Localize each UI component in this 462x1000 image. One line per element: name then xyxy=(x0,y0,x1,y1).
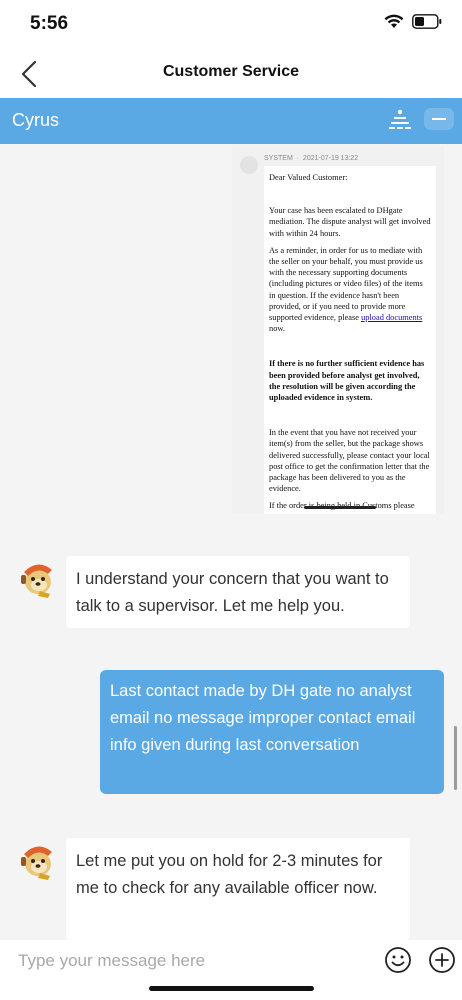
nav-bar: Customer Service xyxy=(0,48,462,98)
user-message: Last contact made by DH gate no analyst … xyxy=(100,670,444,794)
agent-avatar xyxy=(21,846,52,880)
plus-icon[interactable] xyxy=(428,946,456,974)
shared-screenshot-image[interactable]: SYSTEM · 2021-07-19 13:22 Dear Valued Cu… xyxy=(232,146,444,514)
minimize-button[interactable] xyxy=(424,108,454,130)
screenshot-home-indicator xyxy=(304,506,376,509)
wifi-icon xyxy=(384,14,404,28)
message-input[interactable] xyxy=(18,948,358,974)
message-text: Last contact made by DH gate no analyst … xyxy=(110,682,416,754)
minus-icon xyxy=(432,118,446,120)
system-message-card: Dear Valued Customer: Your case has been… xyxy=(264,166,436,514)
agent-avatar xyxy=(21,564,52,598)
scroll-indicator[interactable] xyxy=(454,726,457,790)
system-para-1: Your case has been escalated to DHgate m… xyxy=(269,206,431,238)
message-composer xyxy=(0,940,462,1000)
page-title: Customer Service xyxy=(162,63,300,80)
system-para-3: If there is no further sufficient eviden… xyxy=(269,359,425,403)
queue-icon[interactable] xyxy=(388,108,412,132)
system-message-meta: SYSTEM · 2021-07-19 13:22 xyxy=(264,155,359,162)
battery-icon xyxy=(412,14,442,29)
agent-message: Let me put you on hold for 2-3 minutes f… xyxy=(66,838,410,940)
system-greeting: Dear Valued Customer: xyxy=(269,173,348,182)
chat-area[interactable]: SYSTEM · 2021-07-19 13:22 Dear Valued Cu… xyxy=(0,144,462,940)
system-avatar xyxy=(240,156,258,174)
agent-message: I understand your concern that you want … xyxy=(66,556,410,628)
status-icons xyxy=(376,14,442,29)
system-sender: SYSTEM xyxy=(264,155,293,162)
status-bar: 5:56 xyxy=(0,0,462,48)
system-timestamp: 2021-07-19 13:22 xyxy=(302,155,359,162)
agent-name: Cyrus xyxy=(12,110,60,130)
message-text: Let me put you on hold for 2-3 minutes f… xyxy=(76,852,383,897)
upload-documents-link[interactable]: upload documents xyxy=(361,313,422,322)
home-indicator xyxy=(149,986,314,991)
system-para-2: As a reminder, in order for us to mediat… xyxy=(269,245,423,334)
message-text: I understand your concern that you want … xyxy=(76,570,389,615)
emoji-icon[interactable] xyxy=(384,946,412,974)
status-time: 5:56 xyxy=(30,13,69,34)
system-para-4: In the event that you have not received … xyxy=(269,428,430,494)
agent-bar: Cyrus xyxy=(0,98,462,144)
